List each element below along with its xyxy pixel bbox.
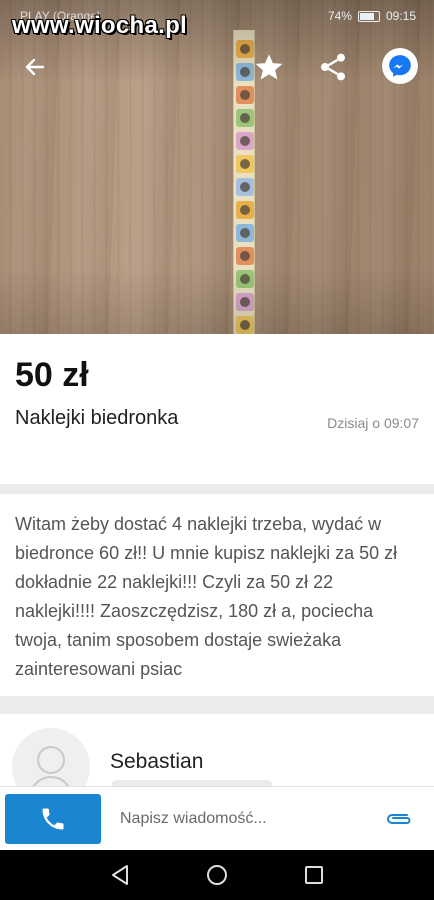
battery-icon: [357, 10, 380, 22]
phone-icon: [42, 808, 64, 830]
message-bar: [0, 786, 434, 850]
watermark: www.wiocha.pl: [12, 12, 188, 39]
square-recents-icon: [305, 866, 323, 884]
call-button[interactable]: [5, 794, 101, 844]
circle-home-icon: [207, 865, 227, 885]
message-input[interactable]: [112, 797, 367, 841]
photo-shade: [0, 0, 434, 334]
triangle-back-icon: [112, 865, 128, 885]
seller-name: Sebastian: [110, 750, 204, 773]
clock: 09:15: [385, 9, 416, 23]
listing-description-card: Witam żeby dostać 4 naklejki trzeba, wyd…: [0, 494, 434, 696]
listing-screen: PLAY (Orange) 74% 09:15 www.wiocha.pl 50…: [0, 0, 434, 900]
paperclip-icon: [387, 814, 411, 824]
star-icon: [255, 54, 283, 80]
avatar-head: [37, 746, 65, 774]
share-icon: [321, 53, 345, 81]
nav-home-button[interactable]: [205, 863, 229, 887]
listing-title: Naklejki biedronka: [15, 407, 179, 429]
listing-date: Dzisiaj o 09:07: [327, 415, 419, 431]
listing-price: 50 zł: [15, 356, 89, 394]
messenger-badge: [382, 48, 418, 84]
messenger-icon: [389, 55, 411, 77]
share-button[interactable]: [314, 48, 352, 86]
nav-recents-button[interactable]: [302, 863, 326, 887]
system-nav-bar: [0, 850, 434, 900]
favorite-button[interactable]: [250, 48, 288, 86]
back-button[interactable]: [16, 48, 54, 86]
battery-percent: 74%: [327, 9, 352, 23]
attach-button[interactable]: [384, 807, 414, 831]
arrow-left-icon: [25, 58, 45, 76]
messenger-button[interactable]: [380, 46, 420, 86]
listing-description: Witam żeby dostać 4 naklejki trzeba, wyd…: [15, 514, 398, 679]
listing-header-card: 50 zł Naklejki biedronka Dzisiaj o 09:07: [0, 334, 434, 484]
status-right: 74% 09:15: [328, 9, 416, 23]
listing-photo[interactable]: PLAY (Orange) 74% 09:15 www.wiocha.pl: [0, 0, 434, 334]
nav-back-button[interactable]: [108, 863, 132, 887]
